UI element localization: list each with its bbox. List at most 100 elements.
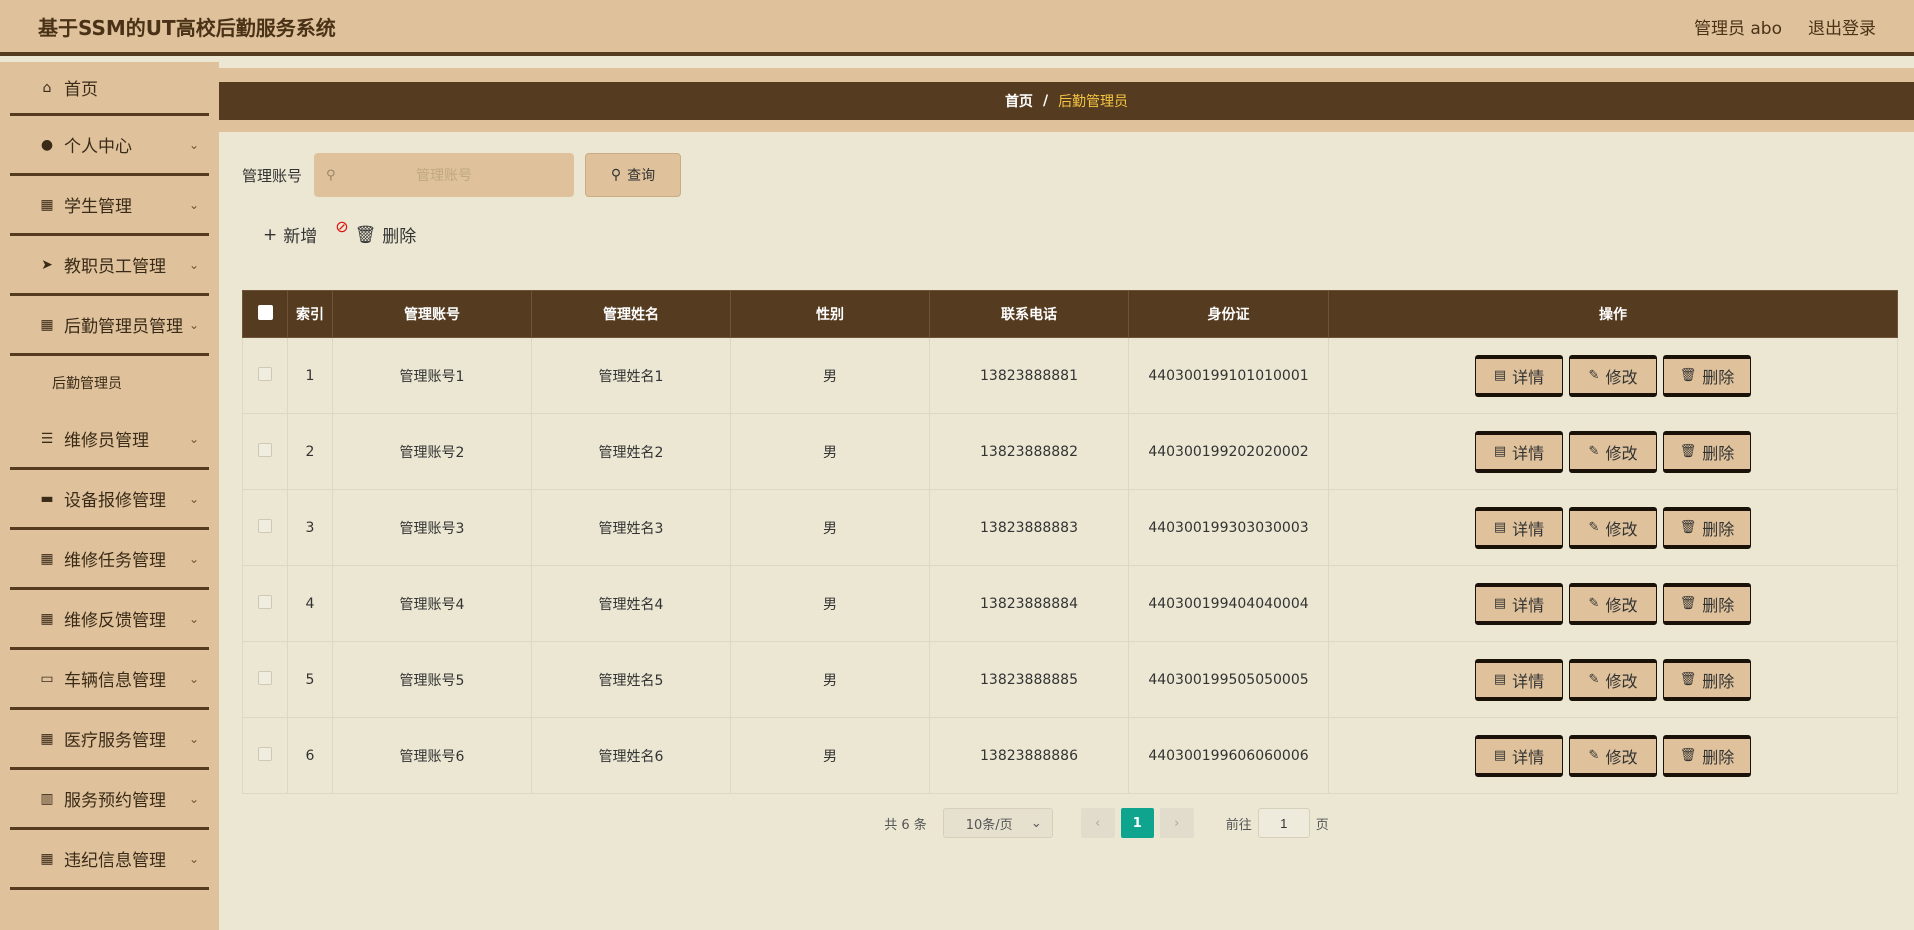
home-icon: ⌂ (42, 79, 52, 96)
column-header[interactable]: 索引 (287, 290, 333, 338)
sidebar-item[interactable]: ▥ 服务预约管理 ⌄ (10, 770, 209, 830)
table-header-row: 索引 管理账号 管理姓名 性别 联系电话 身份证 操作 (242, 290, 1898, 338)
delete-button[interactable]: 🗑 删除 (1663, 582, 1751, 625)
sidebar-item[interactable]: ⌂ 首页 (10, 62, 209, 116)
detail-button[interactable]: ▤ 详情 (1475, 354, 1563, 397)
column-header[interactable]: 身份证 (1128, 290, 1329, 338)
sidebar-item[interactable]: ▦ 医疗服务管理 ⌄ (10, 710, 209, 770)
detail-button[interactable]: ▤ 详情 (1475, 506, 1563, 549)
cell-id-card: 440300199202020002 (1128, 413, 1329, 490)
sidebar-item[interactable]: ● 个人中心 ⌄ (10, 116, 209, 176)
grid-icon: ▦ (40, 610, 54, 627)
main-content: 首页 / 后勤管理员 管理账号 ⚲ ⚲ 查询 + 新增 ⊘ 🗑 删除 索引 (219, 62, 1914, 930)
chevron-down-icon: ⌄ (188, 431, 199, 446)
page-number[interactable]: 1 (1120, 808, 1154, 838)
sidebar-item[interactable]: ▦ 维修反馈管理 ⌄ (10, 590, 209, 650)
current-user[interactable]: 管理员 abo (1694, 14, 1782, 39)
sidebar-item-label: 教职员工管理 (64, 257, 166, 277)
edit-button[interactable]: ✎ 修改 (1569, 658, 1657, 701)
table-row: 6 管理账号6 管理姓名6 男 13823888886 44030019960606000… (242, 717, 1898, 794)
sidebar-item[interactable]: ▦ 学生管理 ⌄ (10, 176, 209, 236)
row-checkbox[interactable] (258, 442, 272, 457)
message-icon: ▬ (40, 490, 54, 507)
goto-page-input[interactable] (1257, 808, 1310, 838)
breadcrumb: 首页 / 后勤管理员 (219, 82, 1914, 120)
next-page-button[interactable]: › (1159, 808, 1194, 838)
delete-button[interactable]: 🗑 删除 (1663, 734, 1751, 777)
edit-button[interactable]: ✎ 修改 (1569, 506, 1657, 549)
sidebar-item-label: 服务预约管理 (64, 791, 166, 811)
detail-button[interactable]: ▤ 详情 (1475, 658, 1563, 701)
sidebar-item[interactable]: ☰ 维修员管理 ⌄ (10, 410, 209, 470)
row-checkbox[interactable] (258, 746, 272, 761)
chevron-down-icon: ⌄ (188, 851, 199, 866)
cell-name: 管理姓名3 (531, 489, 731, 566)
select-all-checkbox[interactable] (257, 304, 273, 320)
document-icon: ▤ (1493, 444, 1507, 459)
grid-icon: ▦ (40, 730, 54, 747)
sidebar-item[interactable]: ▬ 设备报修管理 ⌄ (10, 470, 209, 530)
grid-icon: ▦ (40, 316, 54, 333)
detail-button[interactable]: ▤ 详情 (1475, 430, 1563, 473)
sidebar-item[interactable]: ▦ 后勤管理员管理 ⌄ (10, 296, 209, 356)
chevron-down-icon: ⌄ (188, 791, 199, 806)
row-select-cell (242, 565, 288, 642)
select-all-cell (242, 290, 288, 338)
row-select-cell (242, 641, 288, 718)
detail-button[interactable]: ▤ 详情 (1475, 734, 1563, 777)
cell-index: 4 (287, 565, 333, 642)
page-size-select[interactable]: 10条/页 ⌄ (942, 808, 1053, 838)
column-header[interactable]: 性别 (730, 290, 930, 338)
sidebar-subitem[interactable]: 后勤管理员 (10, 356, 209, 410)
add-button-label: 新增 (283, 227, 318, 247)
search-box: ⚲ (314, 153, 575, 197)
delete-button[interactable]: 🗑 删除 (1663, 658, 1751, 701)
actions-row: + 新增 ⊘ 🗑 删除 (263, 217, 417, 248)
breadcrumb-home[interactable]: 首页 (1005, 91, 1033, 111)
send-icon: ➤ (41, 256, 53, 273)
cell-phone: 13823888883 (929, 489, 1129, 566)
delete-button[interactable]: 🗑 删除 (1663, 430, 1751, 473)
column-header[interactable]: 管理账号 (332, 290, 532, 338)
edit-button[interactable]: ✎ 修改 (1569, 354, 1657, 397)
row-checkbox[interactable] (258, 670, 272, 685)
edit-button[interactable]: ✎ 修改 (1569, 430, 1657, 473)
row-select-cell (242, 489, 288, 566)
sidebar-item-label: 维修任务管理 (64, 551, 166, 571)
sidebar-item[interactable]: ▭ 车辆信息管理 ⌄ (10, 650, 209, 710)
row-checkbox[interactable] (258, 366, 272, 381)
cell-id-card: 440300199606060006 (1128, 717, 1329, 794)
goto-prefix: 前往 (1225, 817, 1252, 833)
edit-button[interactable]: ✎ 修改 (1569, 734, 1657, 777)
column-header[interactable]: 管理姓名 (531, 290, 731, 338)
sidebar-item[interactable]: ▦ 违纪信息管理 ⌄ (10, 830, 209, 890)
prev-page-button[interactable]: ‹ (1080, 808, 1115, 838)
page-size-value: 10条/页 (965, 817, 1013, 833)
user-icon: ● (40, 136, 54, 153)
table-row: 3 管理账号3 管理姓名3 男 13823888883 44030019930303000… (242, 489, 1898, 566)
delete-button[interactable]: 🗑 删除 (1663, 354, 1751, 397)
plus-icon: + (263, 224, 278, 245)
cell-ops: ▤ 详情 ✎ 修改 🗑 删除 (1328, 641, 1898, 718)
detail-button[interactable]: ▤ 详情 (1475, 582, 1563, 625)
chevron-right-icon: › (1174, 815, 1180, 831)
query-button[interactable]: ⚲ 查询 (585, 153, 682, 197)
logout-button[interactable]: 退出登录 (1808, 14, 1876, 39)
delete-button-label: 删除 (1702, 595, 1735, 615)
batch-delete-button[interactable]: 🗑 删除 (355, 222, 417, 248)
row-checkbox[interactable] (258, 594, 272, 609)
trash-icon: 🗑 (1679, 368, 1697, 383)
edit-button[interactable]: ✎ 修改 (1569, 582, 1657, 625)
trash-icon: 🗑 (1679, 596, 1697, 611)
breadcrumb-separator: / (1042, 93, 1049, 109)
sidebar-item[interactable]: ▦ 维修任务管理 ⌄ (10, 530, 209, 590)
delete-button[interactable]: 🗑 删除 (1663, 506, 1751, 549)
search-input[interactable] (314, 153, 575, 197)
document-icon: ▤ (1493, 520, 1507, 535)
add-button[interactable]: + 新增 (263, 222, 318, 248)
column-header[interactable]: 联系电话 (929, 290, 1129, 338)
row-checkbox[interactable] (258, 518, 272, 533)
detail-button-label: 详情 (1512, 519, 1545, 539)
chevron-left-icon: ‹ (1095, 815, 1101, 831)
sidebar-item[interactable]: ➤ 教职员工管理 ⌄ (10, 236, 209, 296)
